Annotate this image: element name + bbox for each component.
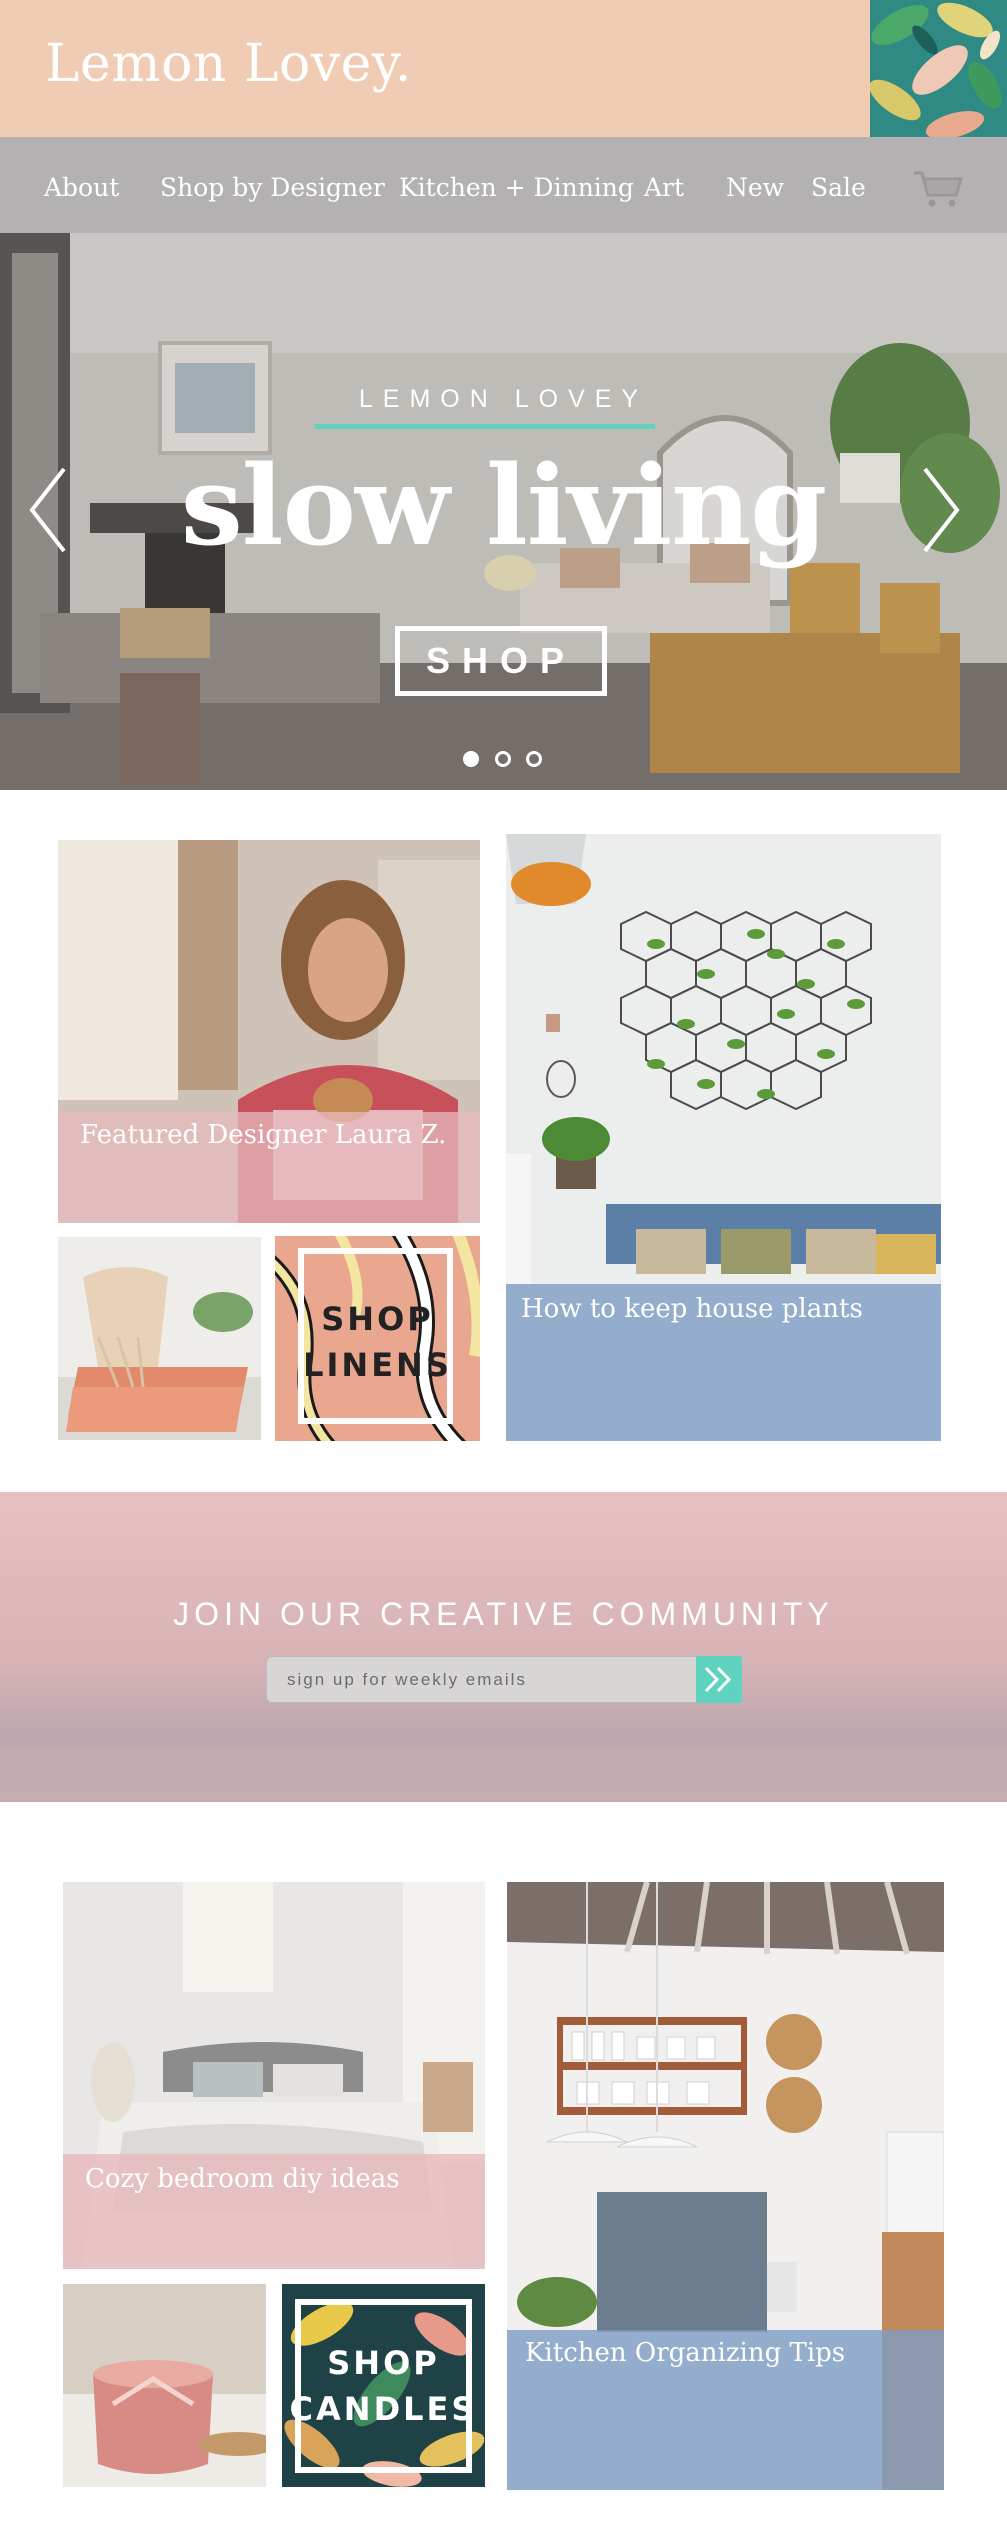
- community-signup-section: JOIN OUR CREATIVE COMMUNITY: [0, 1492, 1007, 1802]
- carousel-dot-1[interactable]: [463, 751, 479, 767]
- nav-item-art[interactable]: Art: [644, 173, 684, 202]
- carousel-dot-3[interactable]: [526, 751, 542, 767]
- hero-kicker: LEMON LOVEY: [358, 385, 649, 413]
- shop-candles-tile[interactable]: SHOP CANDLES: [282, 2284, 485, 2487]
- nav-item-new[interactable]: New: [726, 173, 784, 202]
- nav-item-shop-by-designer[interactable]: Shop by Designer: [160, 173, 385, 202]
- hero-shop-button[interactable]: SHOP: [395, 626, 607, 696]
- candle-photo-tile[interactable]: [63, 2284, 266, 2487]
- shop-candles-label-line2: CANDLES: [289, 2390, 478, 2428]
- kitchen-caption: Kitchen Organizing Tips: [525, 2338, 846, 2368]
- house-plants-caption: How to keep house plants: [521, 1294, 863, 1324]
- shop-linens-tile[interactable]: SHOP LINENS: [275, 1236, 480, 1441]
- hero-accent-line: [315, 424, 655, 429]
- linens-photo-tile[interactable]: [58, 1237, 261, 1440]
- candle-jar-photo: [63, 2284, 266, 2487]
- nav-item-kitchen-dinning[interactable]: Kitchen + Dinning: [399, 173, 634, 202]
- featured-designer-caption: Featured Designer Laura Z.: [80, 1120, 447, 1150]
- community-title: JOIN OUR CREATIVE COMMUNITY: [173, 1596, 834, 1632]
- chevron-left-icon[interactable]: [26, 465, 71, 555]
- shop-linens-label-line1: SHOP: [321, 1300, 434, 1338]
- shopping-cart-icon[interactable]: [912, 169, 964, 209]
- hero-title: slow living: [180, 441, 827, 570]
- featured-designer-tile[interactable]: Featured Designer Laura Z.: [58, 840, 480, 1223]
- folded-linens-photo: [58, 1237, 261, 1440]
- shop-linens-label-line2: LINENS: [303, 1346, 452, 1384]
- email-signup-input[interactable]: [266, 1656, 698, 1703]
- chevron-right-icon[interactable]: [918, 465, 963, 555]
- carousel-dot-2[interactable]: [495, 751, 511, 767]
- site-header: Lemon Lovey.: [0, 0, 1007, 137]
- hero-carousel: LEMON LOVEY slow living SHOP: [0, 233, 1007, 790]
- header-botanical-art: [870, 0, 1007, 137]
- double-chevron-right-icon[interactable]: [696, 1656, 742, 1703]
- shop-candles-label-line1: SHOP: [327, 2344, 440, 2382]
- horizon-band: [0, 1746, 1007, 1802]
- nav-item-about[interactable]: About: [44, 173, 119, 202]
- bedroom-caption: Cozy bedroom diy ideas: [85, 2164, 400, 2194]
- nav-item-sale[interactable]: Sale: [811, 173, 866, 202]
- brand-logo[interactable]: Lemon Lovey.: [45, 34, 412, 94]
- main-nav: About Shop by Designer Kitchen + Dinning…: [0, 137, 1007, 233]
- kitchen-tile[interactable]: Kitchen Organizing Tips: [507, 1882, 944, 2490]
- bedroom-tile[interactable]: Cozy bedroom diy ideas: [63, 1882, 485, 2269]
- house-plants-tile[interactable]: How to keep house plants: [506, 834, 941, 1441]
